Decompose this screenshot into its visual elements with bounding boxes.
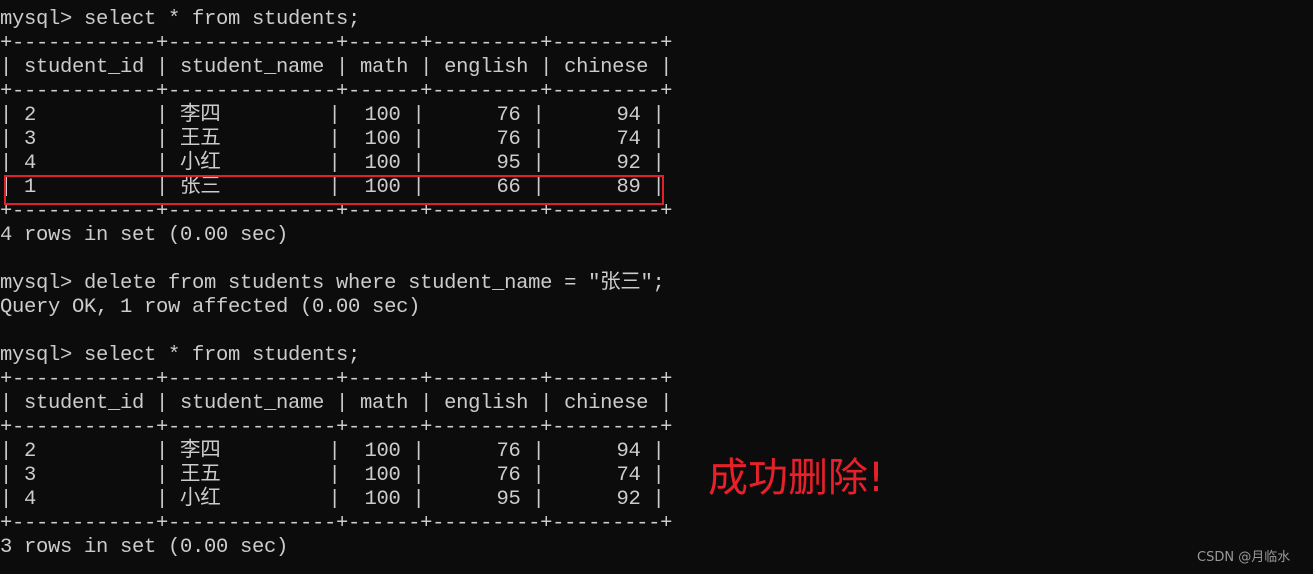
terminal-line: mysql> select * from students; bbox=[0, 344, 361, 367]
terminal-line: | 2 | 李四 | 100 | 76 | 94 | bbox=[0, 440, 665, 463]
terminal-line: Query OK, 1 row affected (0.00 sec) bbox=[0, 296, 421, 319]
highlight-box-deleted-row bbox=[4, 175, 664, 205]
terminal-line: | 4 | 小红 | 100 | 95 | 92 | bbox=[0, 488, 665, 511]
terminal-line: mysql> select * from students; bbox=[0, 8, 361, 31]
terminal-line: +------------+--------------+------+----… bbox=[0, 416, 673, 439]
terminal-line: +------------+--------------+------+----… bbox=[0, 80, 673, 103]
terminal-output: mysql> select * from students; +---------… bbox=[0, 8, 672, 560]
terminal-line: | student_id | student_name | math | eng… bbox=[0, 56, 673, 79]
terminal-line: +------------+--------------+------+----… bbox=[0, 32, 673, 55]
terminal-line: | 3 | 王五 | 100 | 76 | 74 | bbox=[0, 128, 665, 151]
terminal-line: | 4 | 小红 | 100 | 95 | 92 | bbox=[0, 152, 665, 175]
terminal-line: +------------+--------------+------+----… bbox=[0, 368, 673, 391]
terminal-line: mysql> delete from students where studen… bbox=[0, 272, 665, 295]
terminal-line: 3 rows in set (0.00 sec) bbox=[0, 536, 289, 559]
terminal-line: 4 rows in set (0.00 sec) bbox=[0, 224, 289, 247]
terminal-line: +------------+--------------+------+----… bbox=[0, 512, 673, 535]
terminal-line: | student_id | student_name | math | eng… bbox=[0, 392, 673, 415]
watermark: CSDN @月临水 bbox=[1197, 550, 1291, 565]
terminal-line: | 3 | 王五 | 100 | 76 | 74 | bbox=[0, 464, 665, 487]
success-annotation: 成功删除! bbox=[708, 455, 885, 501]
terminal-line: | 2 | 李四 | 100 | 76 | 94 | bbox=[0, 104, 665, 127]
